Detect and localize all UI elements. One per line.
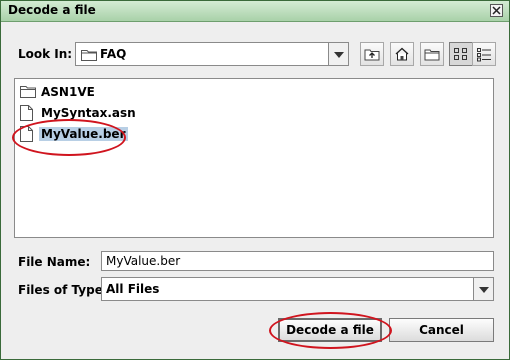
dialog-title: Decode a file <box>8 3 96 17</box>
decode-file-button[interactable]: Decode a file <box>278 318 382 342</box>
look-in-combo[interactable]: FAQ <box>75 42 349 66</box>
file-name-text: MySyntax.asn <box>41 106 136 120</box>
file-name-label: File Name: <box>18 255 91 269</box>
file-icon <box>20 126 33 142</box>
home-button[interactable] <box>390 42 414 66</box>
title-bar: Decode a file <box>1 1 509 22</box>
file-name-field[interactable] <box>101 251 494 271</box>
look-in-label: Look In: <box>18 47 73 61</box>
folder-up-icon <box>364 49 380 61</box>
files-of-type-label: Files of Type: <box>18 283 108 297</box>
list-view-button[interactable] <box>449 42 473 66</box>
up-one-level-button[interactable] <box>360 42 384 66</box>
folder-icon <box>81 50 97 61</box>
file-list[interactable]: ASN1VE MySyntax.asn MyValue.ber <box>14 78 494 238</box>
look-in-value: FAQ <box>100 47 127 61</box>
folder-icon <box>20 86 36 98</box>
home-icon <box>395 47 409 61</box>
new-folder-icon <box>424 49 440 61</box>
files-of-type-value: All Files <box>106 282 160 296</box>
file-name-text: ASN1VE <box>41 85 95 99</box>
files-of-type-combo[interactable]: All Files <box>101 277 494 301</box>
close-button[interactable] <box>490 4 503 17</box>
decode-file-dialog: Decode a file Look In: FAQ ASN1VE MySynt… <box>0 0 510 360</box>
file-name-text: MyValue.ber <box>39 127 128 141</box>
file-name-input[interactable] <box>102 252 493 270</box>
details-view-button[interactable] <box>472 42 496 66</box>
list-view-icon <box>454 48 467 60</box>
close-icon <box>492 6 501 15</box>
new-folder-button[interactable] <box>420 42 444 66</box>
cancel-button[interactable]: Cancel <box>389 318 494 342</box>
files-of-type-dropdown-arrow[interactable] <box>473 278 493 300</box>
look-in-dropdown-arrow[interactable] <box>328 43 348 65</box>
file-icon <box>20 105 33 121</box>
details-view-icon <box>477 48 491 62</box>
